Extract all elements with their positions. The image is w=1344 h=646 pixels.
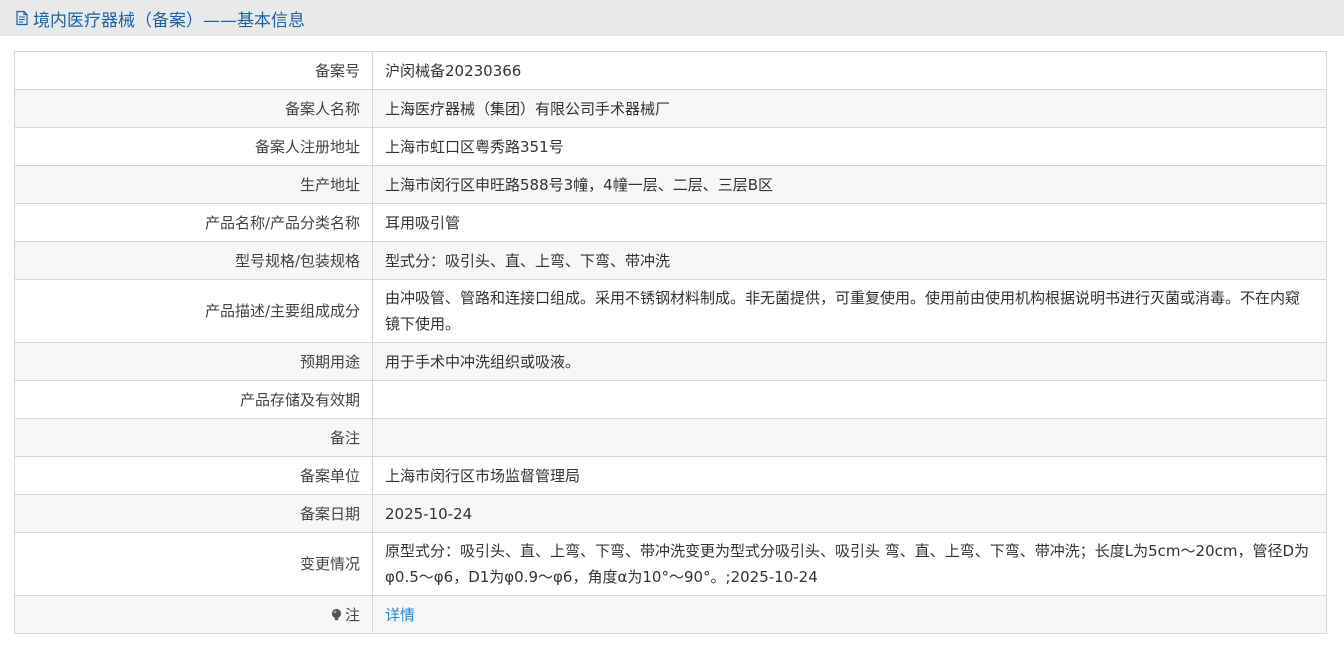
table-row: 产品名称/产品分类名称 耳用吸引管 [14, 203, 1327, 242]
row-value: 原型式分：吸引头、直、上弯、下弯、带冲洗变更为型式分吸引头、吸引头 弯、直、上弯… [372, 532, 1327, 596]
table-row: 备案单位 上海市闵行区市场监督管理局 [14, 456, 1327, 495]
row-label: 型号规格/包装规格 [14, 241, 373, 280]
info-table: 备案号 沪闵械备20230366 备案人名称 上海医疗器械（集团）有限公司手术器… [14, 51, 1327, 634]
row-label: 备案号 [14, 51, 373, 90]
details-link[interactable]: 详情 [385, 606, 415, 624]
row-label: 备案人名称 [14, 89, 373, 128]
table-row: 注 详情 [14, 595, 1327, 634]
row-label: 产品存储及有效期 [14, 380, 373, 419]
row-value: 由冲吸管、管路和连接口组成。采用不锈钢材料制成。非无菌提供，可重复使用。使用前由… [372, 279, 1327, 343]
row-value: 上海医疗器械（集团）有限公司手术器械厂 [372, 89, 1327, 128]
row-label: 生产地址 [14, 165, 373, 204]
table-row: 备注 [14, 418, 1327, 457]
row-value: 型式分：吸引头、直、上弯、下弯、带冲洗 [372, 241, 1327, 280]
row-value [372, 418, 1327, 457]
table-row: 备案号 沪闵械备20230366 [14, 51, 1327, 90]
row-value: 上海市闵行区市场监督管理局 [372, 456, 1327, 495]
row-value: 上海市虹口区粤秀路351号 [372, 127, 1327, 166]
table-row: 型号规格/包装规格 型式分：吸引头、直、上弯、下弯、带冲洗 [14, 241, 1327, 280]
row-value: 2025-10-24 [372, 494, 1327, 533]
table-row: 产品存储及有效期 [14, 380, 1327, 419]
page-header: 境内医疗器械（备案）——基本信息 [0, 0, 1344, 36]
row-label: 预期用途 [14, 342, 373, 381]
row-label: 备注 [14, 418, 373, 457]
row-label: 产品描述/主要组成成分 [14, 279, 373, 343]
lightbulb-icon [330, 603, 343, 620]
table-row: 备案日期 2025-10-24 [14, 494, 1327, 533]
table-row: 变更情况 原型式分：吸引头、直、上弯、下弯、带冲洗变更为型式分吸引头、吸引头 弯… [14, 532, 1327, 596]
table-row: 产品描述/主要组成成分 由冲吸管、管路和连接口组成。采用不锈钢材料制成。非无菌提… [14, 279, 1327, 343]
row-value: 详情 [372, 595, 1327, 634]
table-row: 生产地址 上海市闵行区申旺路588号3幢，4幢一层、二层、三层B区 [14, 165, 1327, 204]
row-label-note: 注 [14, 595, 373, 634]
table-row: 备案人注册地址 上海市虹口区粤秀路351号 [14, 127, 1327, 166]
row-value: 沪闵械备20230366 [372, 51, 1327, 90]
page-title: 境内医疗器械（备案）——基本信息 [33, 10, 305, 31]
document-icon [14, 10, 30, 26]
row-value [372, 380, 1327, 419]
row-value: 上海市闵行区申旺路588号3幢，4幢一层、二层、三层B区 [372, 165, 1327, 204]
row-label: 备案人注册地址 [14, 127, 373, 166]
table-row: 备案人名称 上海医疗器械（集团）有限公司手术器械厂 [14, 89, 1327, 128]
row-label: 变更情况 [14, 532, 373, 596]
row-label: 产品名称/产品分类名称 [14, 203, 373, 242]
row-value: 耳用吸引管 [372, 203, 1327, 242]
row-value: 用于手术中冲洗组织或吸液。 [372, 342, 1327, 381]
row-label: 备案日期 [14, 494, 373, 533]
row-label: 备案单位 [14, 456, 373, 495]
table-row: 预期用途 用于手术中冲洗组织或吸液。 [14, 342, 1327, 381]
